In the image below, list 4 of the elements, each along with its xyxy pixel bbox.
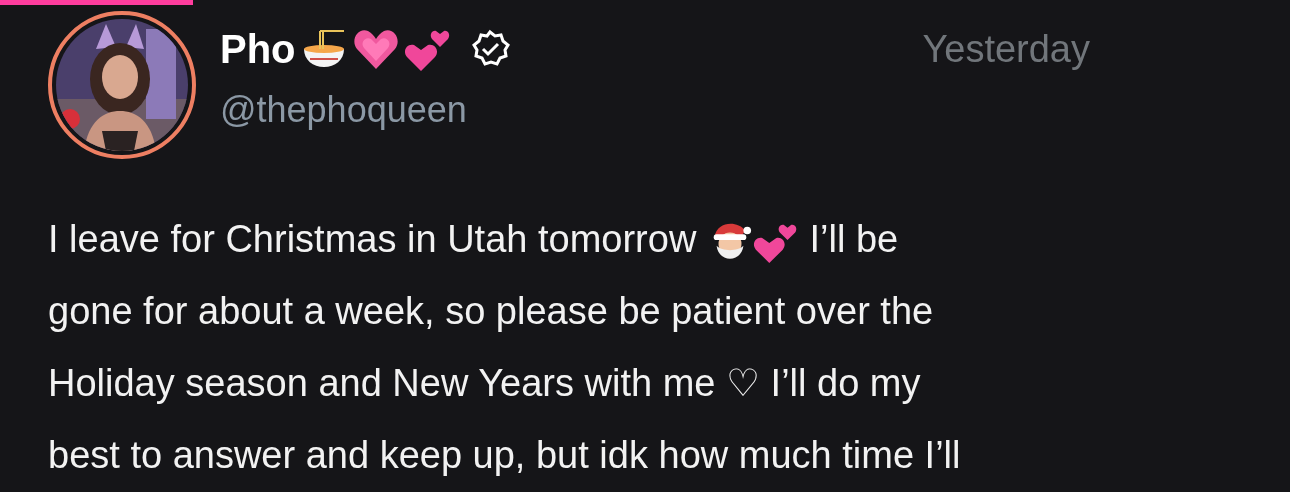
post-time[interactable]: Yesterday xyxy=(922,27,1090,71)
post-text: I leave for Christmas in Utah tomorrow I’ll be gone for about a week, so please be patient over the Holiday season and New Years with me ♡ I’ll do my best to answer and keep up, but idk how much time I’ll xyxy=(48,217,962,478)
username[interactable]: @thephoqueen xyxy=(220,89,1290,131)
display-name[interactable]: Pho xyxy=(220,26,296,72)
